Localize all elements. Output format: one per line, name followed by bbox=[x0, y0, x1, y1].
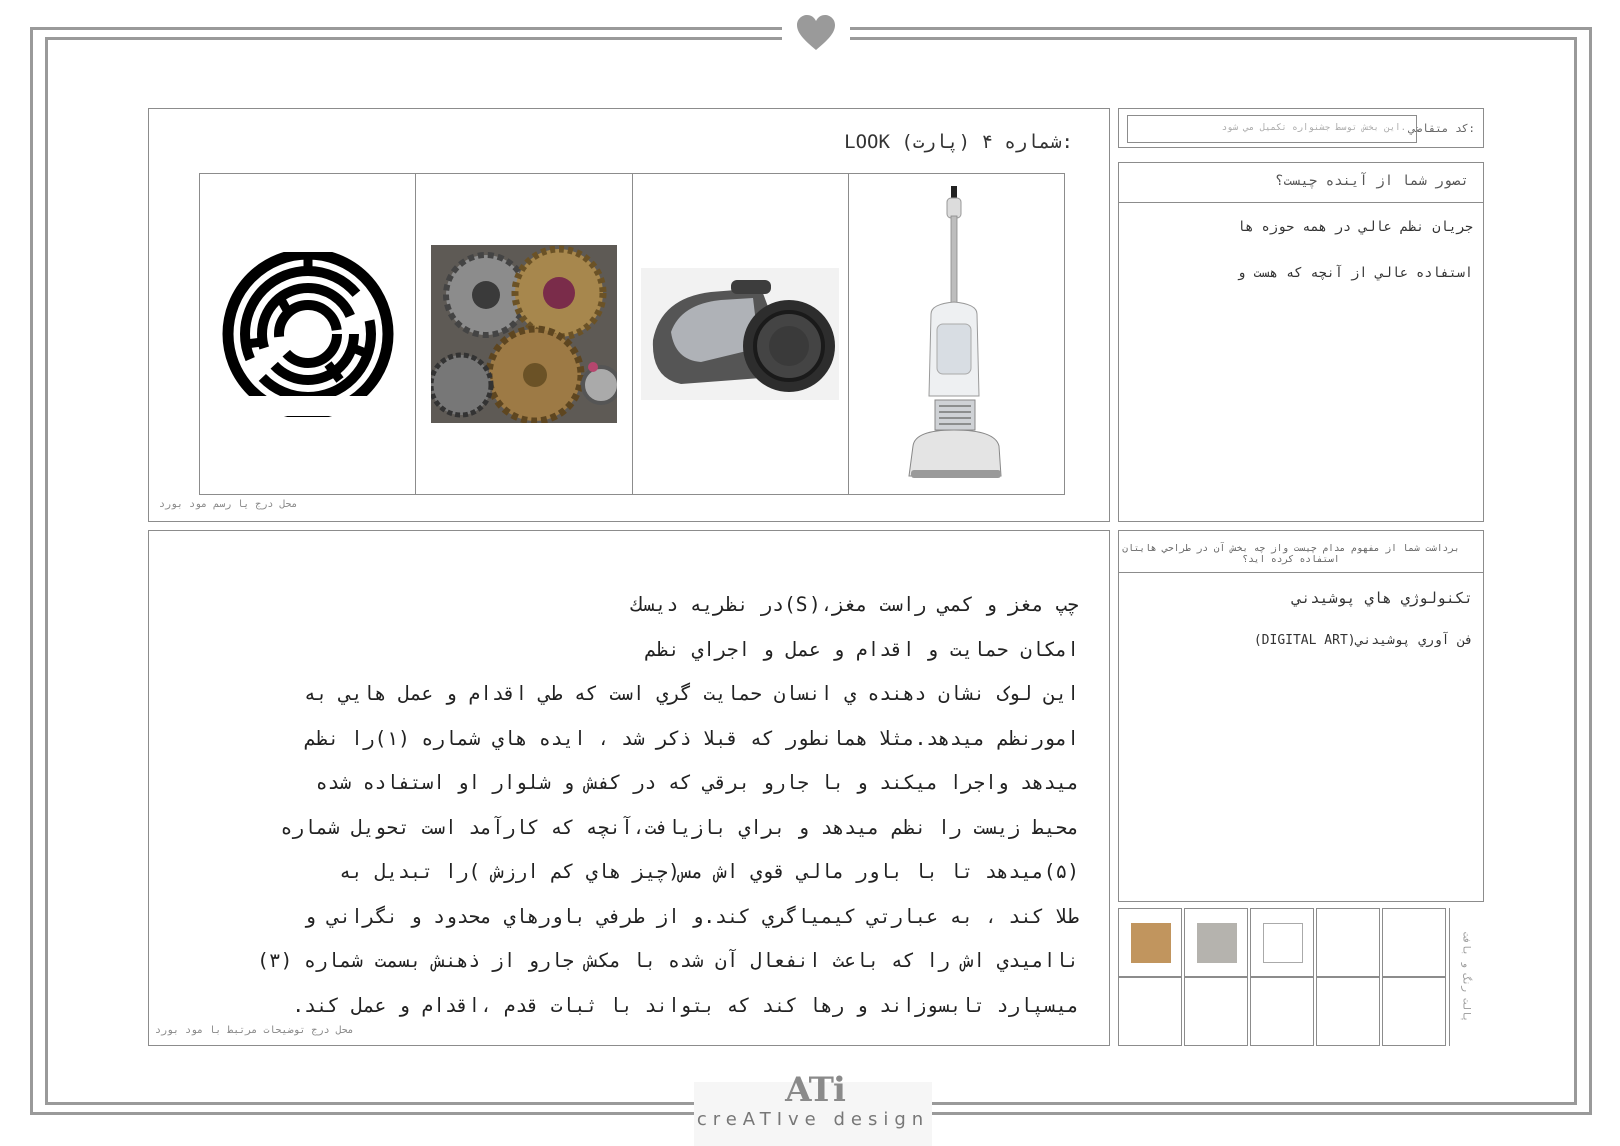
palette-cell bbox=[1316, 908, 1380, 977]
perception-question: برداشت شما از مفهوم مدام چيست واز چه بخش… bbox=[1122, 543, 1460, 565]
description-note: محل درج توضيحات مرتبط با مود بورد bbox=[155, 1025, 354, 1036]
applicant-code-panel: :كد متقاضي .اين بخش توسط جشنواره تكميل م… bbox=[1118, 108, 1484, 148]
applicant-code-label: :كد متقاضي bbox=[1408, 122, 1475, 135]
palette-cell bbox=[1118, 908, 1182, 977]
perception-answer: تكنولوژي هاي پوشيدني bbox=[1292, 589, 1473, 607]
palette-cell bbox=[1382, 977, 1446, 1046]
palette-cell bbox=[1184, 908, 1248, 977]
palette-label-box: پالت رنگ و بافت bbox=[1449, 908, 1482, 1046]
future-question: تصور شما از آينده چيست؟ bbox=[1275, 173, 1469, 189]
gears-image bbox=[430, 245, 617, 423]
description-text: چپ مغز و كمي راست مغز،(S)در نظريه ديسك ا… bbox=[139, 583, 1079, 1028]
swatch-gold bbox=[1131, 923, 1171, 963]
palette-cell bbox=[1382, 908, 1446, 977]
image-cell-maze bbox=[200, 174, 417, 494]
description-line: محيط زيست را نظم ميدهد و براي بازيافت،آن… bbox=[280, 815, 1079, 839]
future-answer: جريان نظم عالي در همه حوزه ها bbox=[1237, 219, 1473, 235]
palette-label: پالت رنگ و بافت bbox=[1460, 931, 1472, 1023]
palette-cell bbox=[1118, 977, 1182, 1046]
swatch-white bbox=[1263, 923, 1303, 963]
description-line: ميدهد واجرا ميكند و با جارو برقي كه در ك… bbox=[315, 771, 1079, 794]
brand-tagline: creATIve design bbox=[696, 1109, 930, 1130]
palette-cell bbox=[1316, 977, 1380, 1046]
description-line: امورنظم ميدهد.مثلا همانطور كه قبلا ذكر ش… bbox=[304, 726, 1079, 750]
canister-vacuum-image bbox=[641, 268, 840, 400]
palette-cell bbox=[1250, 977, 1314, 1046]
heart-icon bbox=[797, 15, 835, 50]
description-panel: چپ مغز و كمي راست مغز،(S)در نظريه ديسك ا… bbox=[148, 530, 1110, 1046]
mood-board-panel: LOOK (پارت) شماره ۴: محل درج يا رسم مود … bbox=[148, 108, 1110, 522]
description-line: (۵)ميدهد تا با باور مالي قوي اش مس(چيز ه… bbox=[339, 860, 1079, 883]
description-line: اين لوک نشان دهنده ي انسان حمايت گري است… bbox=[304, 682, 1079, 705]
applicant-code-field[interactable]: .اين بخش توسط جشنواره تكميل مي شود bbox=[1127, 115, 1417, 143]
description-line: امكان حمايت و اقدام و عمل و اجراي نظم bbox=[644, 637, 1079, 661]
image-cell-gears bbox=[416, 174, 633, 494]
image-cell-upright-vacuum bbox=[849, 174, 1064, 494]
perception-question-header: برداشت شما از مفهوم مدام چيست واز چه بخش… bbox=[1119, 531, 1483, 573]
description-line: طلا كند ، به عبارتي كيمياگري كند.و از طر… bbox=[304, 904, 1079, 928]
image-cell-canister-vacuum bbox=[633, 174, 849, 494]
description-line: ميسپارد تابسوزاند و رها كند كه بتواند با… bbox=[292, 993, 1079, 1017]
swatch-gray bbox=[1197, 923, 1237, 963]
upright-vacuum-image bbox=[908, 186, 1002, 478]
maze-image bbox=[217, 251, 398, 417]
future-question-header: تصور شما از آينده چيست؟ bbox=[1119, 163, 1483, 203]
future-answer: استفاده عالي از آنچه كه هست و bbox=[1237, 265, 1473, 281]
perception-answer: فن آوري پوشيدني(DIGITAL ART) bbox=[1253, 633, 1473, 648]
mood-board-note: محل درج يا رسم مود بورد bbox=[159, 499, 298, 510]
description-line: چپ مغز و كمي راست مغز،(S)در نظريه ديسك bbox=[631, 593, 1079, 616]
palette-grid bbox=[1118, 908, 1448, 1046]
future-panel: تصور شما از آينده چيست؟ جريان نظم عالي د… bbox=[1118, 162, 1484, 522]
palette-cell bbox=[1184, 977, 1248, 1046]
palette-panel: پالت رنگ و بافت bbox=[1118, 908, 1484, 1046]
look-title: LOOK (پارت) شماره ۴: bbox=[844, 131, 1073, 153]
ati-logo: ATi bbox=[785, 1070, 846, 1110]
perception-panel: برداشت شما از مفهوم مدام چيست واز چه بخش… bbox=[1118, 530, 1484, 902]
image-strip bbox=[199, 173, 1065, 495]
palette-cell bbox=[1250, 908, 1314, 977]
description-line: نااميدي اش را كه باعث انفعال آن شده با م… bbox=[257, 949, 1079, 972]
